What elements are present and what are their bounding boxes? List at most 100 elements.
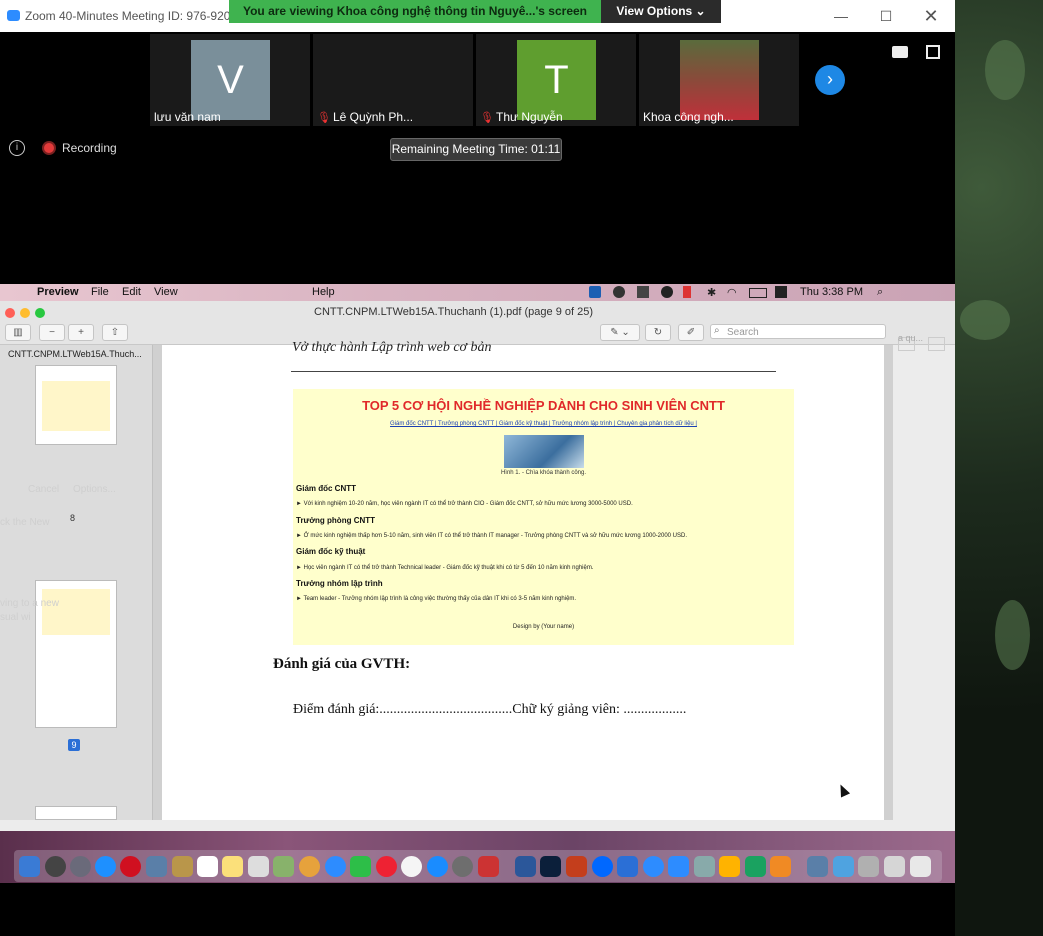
participant-name-row: 🎙 Lê Quỳnh Ph... bbox=[317, 110, 413, 124]
downloads-folder-icon[interactable] bbox=[833, 856, 854, 877]
participant-name: Thư Nguyễn bbox=[496, 110, 563, 124]
section-text: ► Ở mức kinh nghiệm thấp hơn 5-10 năm, s… bbox=[296, 533, 688, 539]
safari-icon[interactable] bbox=[95, 856, 116, 877]
reminders-icon[interactable] bbox=[248, 856, 269, 877]
participant-tile[interactable]: 🎙 Lê Quỳnh Ph... bbox=[313, 34, 473, 126]
menu-file[interactable]: File bbox=[91, 286, 109, 298]
participant-tile[interactable]: V lưu văn nam bbox=[150, 34, 310, 126]
rotate-icon[interactable]: ↻ bbox=[645, 324, 671, 341]
calendar-icon[interactable] bbox=[197, 856, 218, 877]
annotate-icon[interactable]: ✐ bbox=[678, 324, 704, 341]
dropbox-icon[interactable] bbox=[637, 286, 649, 298]
photoshop-icon[interactable] bbox=[540, 856, 561, 877]
menu-edit[interactable]: Edit bbox=[122, 286, 141, 298]
share-icon[interactable]: ⇧ bbox=[102, 324, 128, 341]
ghost-new: ck the New bbox=[0, 517, 50, 528]
document-stack-icon[interactable] bbox=[807, 856, 828, 877]
current-page-badge: 9 bbox=[68, 739, 80, 751]
view-options-button[interactable]: View Options ⌄ bbox=[601, 0, 721, 23]
remaining-time: Remaining Meeting Time: 01:11 bbox=[390, 138, 562, 161]
maps-icon[interactable] bbox=[273, 856, 294, 877]
zoom-window-icon[interactable] bbox=[35, 308, 45, 318]
spotlight-icon[interactable]: ⌕ bbox=[877, 286, 883, 299]
maximize-icon[interactable]: ☐ bbox=[875, 6, 897, 26]
menu-help[interactable]: Help bbox=[312, 286, 335, 298]
bluetooth-icon[interactable]: ✱ bbox=[707, 286, 719, 299]
zalo-icon[interactable] bbox=[592, 856, 613, 877]
section-text: ► Team leader - Trưởng nhóm lập trình là… bbox=[296, 596, 577, 602]
facetime-icon[interactable] bbox=[350, 856, 371, 877]
right-panel bbox=[894, 337, 955, 820]
mic-muted-icon: 🎙 bbox=[480, 112, 494, 124]
finder-icon[interactable] bbox=[19, 856, 40, 877]
preview-app-icon[interactable] bbox=[146, 856, 167, 877]
menu-view[interactable]: View bbox=[154, 286, 178, 298]
participant-name: Khoa công ngh... bbox=[643, 110, 734, 124]
pause-icon[interactable] bbox=[683, 286, 691, 298]
screenshot-icon[interactable] bbox=[694, 856, 715, 877]
avatar: V bbox=[191, 40, 270, 120]
markup-pen-icon[interactable]: ✎ ⌄ bbox=[600, 324, 640, 341]
folder-icon[interactable] bbox=[719, 856, 740, 877]
participant-name: Lê Quỳnh Ph... bbox=[333, 110, 414, 124]
word-icon[interactable] bbox=[515, 856, 536, 877]
participant-name-row: 🎙 Thư Nguyễn bbox=[480, 110, 563, 124]
close-icon[interactable]: ✕ bbox=[920, 6, 942, 26]
speaker-view-icon[interactable] bbox=[892, 46, 908, 58]
app-store-icon[interactable] bbox=[427, 856, 448, 877]
image-caption: Hình 1. - Chìa khóa thành công. bbox=[500, 470, 587, 476]
battery-icon[interactable] bbox=[749, 288, 767, 298]
sidebar-header[interactable]: CNTT.CNPM.LTWeb15A.Thuch... bbox=[8, 349, 142, 359]
zoom-logo-icon bbox=[7, 10, 20, 21]
box-links[interactable]: Giám đốc CNTT | Trưởng phòng CNTT | Giám… bbox=[293, 421, 794, 427]
menu-app[interactable]: Preview bbox=[37, 286, 79, 298]
close-window-icon[interactable] bbox=[5, 308, 15, 318]
fullscreen-icon[interactable] bbox=[926, 45, 940, 59]
notes-icon[interactable] bbox=[172, 856, 193, 877]
menubar-clock[interactable]: Thu 3:38 PM bbox=[800, 286, 863, 298]
sidebar-toggle-icon[interactable]: ▥ bbox=[5, 324, 31, 341]
input-source-icon[interactable] bbox=[775, 286, 787, 298]
trash-icon[interactable] bbox=[910, 856, 931, 877]
messages-icon[interactable] bbox=[325, 856, 346, 877]
screen-share-banner: You are viewing Khoa công nghệ thông tin… bbox=[229, 0, 601, 23]
siri-icon[interactable] bbox=[45, 856, 66, 877]
launchpad-icon[interactable] bbox=[70, 856, 91, 877]
evaluation-title: Đánh giá của GVTH: bbox=[273, 656, 411, 672]
parallels-icon[interactable] bbox=[478, 856, 499, 877]
music-icon[interactable] bbox=[401, 856, 422, 877]
next-page-icon[interactable]: › bbox=[815, 65, 845, 95]
zoom-in-icon[interactable]: + bbox=[68, 324, 94, 341]
teamviewer-icon[interactable] bbox=[589, 286, 601, 298]
screens-icon[interactable] bbox=[884, 856, 905, 877]
wifi-icon[interactable]: ◠ bbox=[727, 286, 741, 299]
section-text: ► Học viên ngành IT có thể trở thành Tec… bbox=[296, 565, 594, 571]
news-icon[interactable] bbox=[376, 856, 397, 877]
section-heading: Trưởng phòng CNTT bbox=[296, 516, 376, 525]
minimize-icon[interactable]: — bbox=[830, 6, 852, 26]
sublime-icon[interactable] bbox=[770, 856, 791, 877]
page-thumbnail[interactable] bbox=[35, 806, 117, 820]
page-thumbnail[interactable] bbox=[35, 365, 117, 445]
recent-files-icon[interactable] bbox=[858, 856, 879, 877]
security-icon[interactable] bbox=[745, 856, 766, 877]
duplicate-panel-icon[interactable] bbox=[928, 337, 945, 351]
upload-icon[interactable] bbox=[661, 286, 673, 298]
avatar: T bbox=[517, 40, 596, 120]
participant-tile[interactable]: Khoa công ngh... bbox=[639, 34, 799, 126]
system-preferences-icon[interactable] bbox=[452, 856, 473, 877]
powerpoint-icon[interactable] bbox=[566, 856, 587, 877]
zoom-app-icon[interactable] bbox=[668, 856, 689, 877]
photos-icon[interactable] bbox=[299, 856, 320, 877]
cloud-icon[interactable] bbox=[613, 286, 625, 298]
stickies-icon[interactable] bbox=[222, 856, 243, 877]
participant-tile[interactable]: T 🎙 Thư Nguyễn bbox=[476, 34, 636, 126]
teamviewer-dock-icon[interactable] bbox=[643, 856, 664, 877]
windows-icon[interactable] bbox=[617, 856, 638, 877]
zoom-out-icon[interactable]: − bbox=[39, 324, 65, 341]
opera-icon[interactable] bbox=[120, 856, 141, 877]
minimize-window-icon[interactable] bbox=[20, 308, 30, 318]
info-icon[interactable]: i bbox=[9, 140, 25, 156]
search-input[interactable]: Search bbox=[710, 324, 886, 339]
recording-label: Recording bbox=[62, 141, 117, 155]
